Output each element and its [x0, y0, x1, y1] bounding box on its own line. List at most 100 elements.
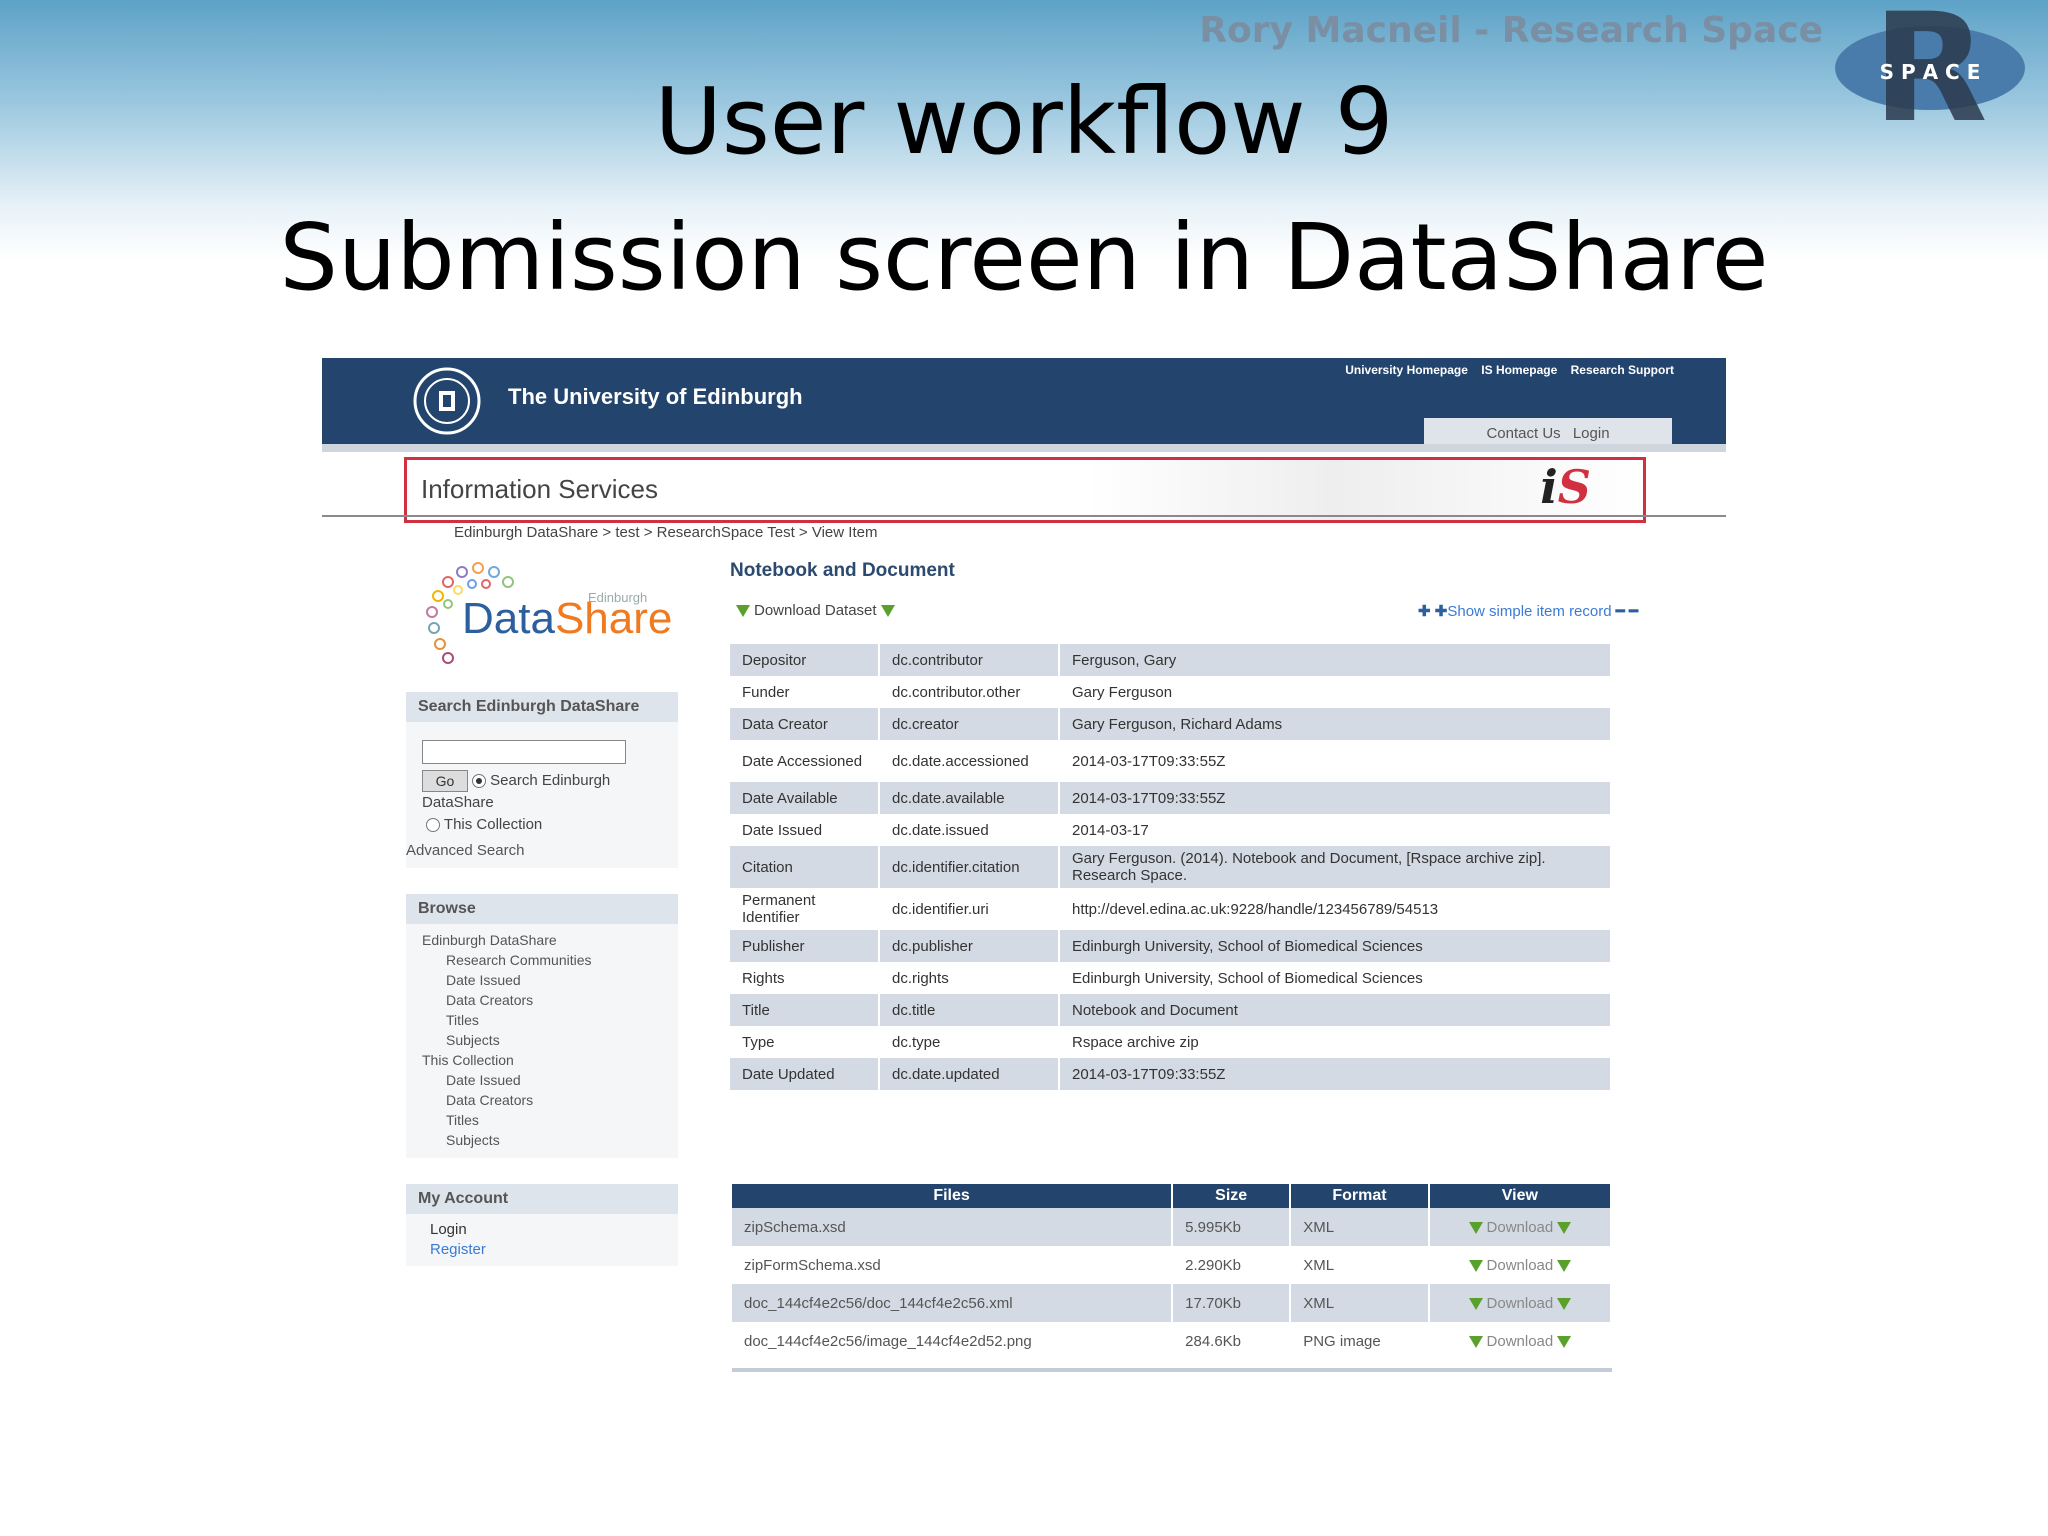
files-header-cell: Format — [1290, 1184, 1430, 1208]
download-arrow-icon — [1557, 1259, 1572, 1272]
register-link[interactable]: Register — [430, 1240, 654, 1260]
slide-title-line1: User workflow 9 — [654, 68, 1394, 175]
metadata-row: Permanent Identifier dc.identifier.uri htt… — [730, 888, 1612, 930]
metadata-field: dc.creator — [879, 708, 1060, 740]
file-row: zipSchema.xsd 5.995Kb XML Download — [732, 1208, 1613, 1246]
metadata-field: dc.type — [879, 1026, 1060, 1058]
metadata-field: dc.identifier.citation — [879, 846, 1060, 888]
browse-item[interactable]: Date Issued — [422, 1070, 662, 1090]
search-panel-title: Search Edinburgh DataShare — [406, 692, 678, 722]
file-name-link[interactable]: zipFormSchema.xsd — [732, 1246, 1174, 1284]
metadata-field: dc.rights — [879, 962, 1060, 994]
account-panel: My Account Login Register — [406, 1184, 678, 1266]
university-crest-icon — [413, 367, 481, 435]
radio-unselected-icon[interactable] — [426, 818, 440, 833]
browse-item[interactable]: Research Communities — [422, 950, 662, 970]
header-login-link[interactable]: Login — [1573, 425, 1610, 442]
metadata-field: dc.identifier.uri — [879, 888, 1060, 930]
metadata-row: Citation dc.identifier.citation Gary Fergu… — [730, 846, 1612, 888]
separator-line — [322, 515, 1726, 517]
browse-item[interactable]: Subjects — [422, 1130, 662, 1150]
download-arrow-icon — [1557, 1335, 1572, 1348]
datashare-logo-subtitle: Edinburgh — [588, 590, 648, 605]
browse-item[interactable]: Data Creators — [422, 990, 662, 1010]
browse-panel-title: Browse — [406, 894, 678, 924]
file-download-link[interactable]: Download — [1428, 1322, 1613, 1360]
breadcrumb[interactable]: Edinburgh DataShare > test > ResearchSpa… — [454, 524, 877, 541]
top-links: University Homepage IS Homepage Research… — [1335, 363, 1674, 377]
metadata-value: 2014-03-17 — [1059, 814, 1612, 846]
file-format: XML — [1290, 1284, 1430, 1322]
university-header: The University of Edinburgh University H… — [322, 358, 1726, 448]
download-dataset-link[interactable]: Download Dataset — [732, 602, 899, 619]
file-size: 5.995Kb — [1172, 1208, 1292, 1246]
metadata-label: Data Creator — [730, 708, 880, 740]
file-download-link[interactable]: Download — [1428, 1246, 1613, 1284]
files-header-cell: Size — [1172, 1184, 1292, 1208]
slide-author: Rory Macneil - Research Space — [1199, 10, 1823, 51]
metadata-field: dc.date.issued — [879, 814, 1060, 846]
file-name-link[interactable]: doc_144cf4e2c56/doc_144cf4e2c56.xml — [732, 1284, 1174, 1322]
metadata-value: Edinburgh University, School of Biomedic… — [1059, 962, 1612, 994]
download-arrow-icon — [1468, 1335, 1483, 1348]
browse-list: Edinburgh DataShare Research Communities D… — [406, 924, 678, 1156]
browse-item[interactable]: This Collection — [422, 1050, 662, 1070]
metadata-row: Rights dc.rights Edinburgh University, Sch… — [730, 962, 1612, 994]
download-label: Download — [1486, 1332, 1554, 1350]
slide-title-line2: Submission screen in DataShare — [279, 204, 1769, 311]
link-university-homepage[interactable]: University Homepage — [1345, 363, 1468, 377]
radio-selected-icon[interactable] — [472, 774, 486, 789]
metadata-value: Edinburgh University, School of Biomedic… — [1059, 930, 1612, 962]
metadata-value: Gary Ferguson — [1059, 676, 1612, 708]
file-download-link[interactable]: Download — [1428, 1284, 1613, 1322]
metadata-row: Publisher dc.publisher Edinburgh Universit… — [730, 930, 1612, 962]
metadata-value: 2014-03-17T09:33:55Z — [1059, 782, 1612, 814]
radio-search-edinburgh-label-cont: DataShare — [422, 794, 494, 811]
plus-icon: ✚ ✚ — [1418, 603, 1448, 620]
download-label: Download — [1486, 1218, 1554, 1236]
header-divider — [322, 444, 1726, 452]
metadata-label: Funder — [730, 676, 880, 708]
metadata-field: dc.date.available — [879, 782, 1060, 814]
account-login-link[interactable]: Login — [430, 1220, 654, 1240]
information-services-banner: Information Services iS — [404, 457, 1646, 523]
file-size: 2.290Kb — [1172, 1246, 1292, 1284]
metadata-row: Date Available dc.date.available 2014-03-1… — [730, 782, 1612, 814]
go-button[interactable]: Go — [422, 770, 468, 792]
datashare-screenshot: The University of Edinburgh University H… — [322, 358, 1726, 1378]
metadata-row: Title dc.title Notebook and Document — [730, 994, 1612, 1026]
metadata-field: dc.title — [879, 994, 1060, 1026]
download-label: Download — [1486, 1256, 1554, 1274]
show-simple-record-link[interactable]: ✚ ✚Show simple item record ━ ━ — [1418, 602, 1638, 620]
radio-search-edinburgh[interactable]: Search Edinburgh — [472, 772, 610, 789]
metadata-label: Citation — [730, 846, 880, 888]
files-header-cell: Files — [732, 1184, 1174, 1208]
browse-item[interactable]: Titles — [422, 1110, 662, 1130]
file-row: doc_144cf4e2c56/doc_144cf4e2c56.xml 17.70… — [732, 1284, 1613, 1322]
metadata-row: Funder dc.contributor.other Gary Ferguson — [730, 676, 1612, 708]
metadata-row: Depositor dc.contributor Ferguson, Gary — [730, 644, 1612, 676]
browse-item[interactable]: Subjects — [422, 1030, 662, 1050]
search-input[interactable] — [422, 740, 626, 764]
file-name-link[interactable]: zipSchema.xsd — [732, 1208, 1174, 1246]
radio-this-collection[interactable]: This Collection — [426, 816, 542, 833]
browse-item[interactable]: Date Issued — [422, 970, 662, 990]
link-is-homepage[interactable]: IS Homepage — [1481, 363, 1557, 377]
browse-item[interactable]: Titles — [422, 1010, 662, 1030]
advanced-search-link[interactable]: Advanced Search — [406, 842, 524, 859]
link-research-support[interactable]: Research Support — [1571, 363, 1674, 377]
download-arrow-icon — [1468, 1221, 1483, 1234]
browse-item[interactable]: Data Creators — [422, 1090, 662, 1110]
file-download-link[interactable]: Download — [1428, 1208, 1613, 1246]
contact-us-link[interactable]: Contact Us — [1486, 425, 1560, 442]
metadata-value: Gary Ferguson, Richard Adams — [1059, 708, 1612, 740]
browse-item[interactable]: Edinburgh DataShare — [422, 930, 662, 950]
file-format: PNG image — [1290, 1322, 1430, 1360]
file-size: 17.70Kb — [1172, 1284, 1292, 1322]
minus-icon: ━ ━ — [1611, 603, 1638, 620]
metadata-field: dc.date.accessioned — [879, 740, 1060, 782]
metadata-row: Data Creator dc.creator Gary Ferguson, Ric… — [730, 708, 1612, 740]
metadata-label: Title — [730, 994, 880, 1026]
metadata-table: Depositor dc.contributor Ferguson, Gary Fun… — [730, 644, 1612, 1090]
file-name-link[interactable]: doc_144cf4e2c56/image_144cf4e2d52.png — [732, 1322, 1174, 1360]
